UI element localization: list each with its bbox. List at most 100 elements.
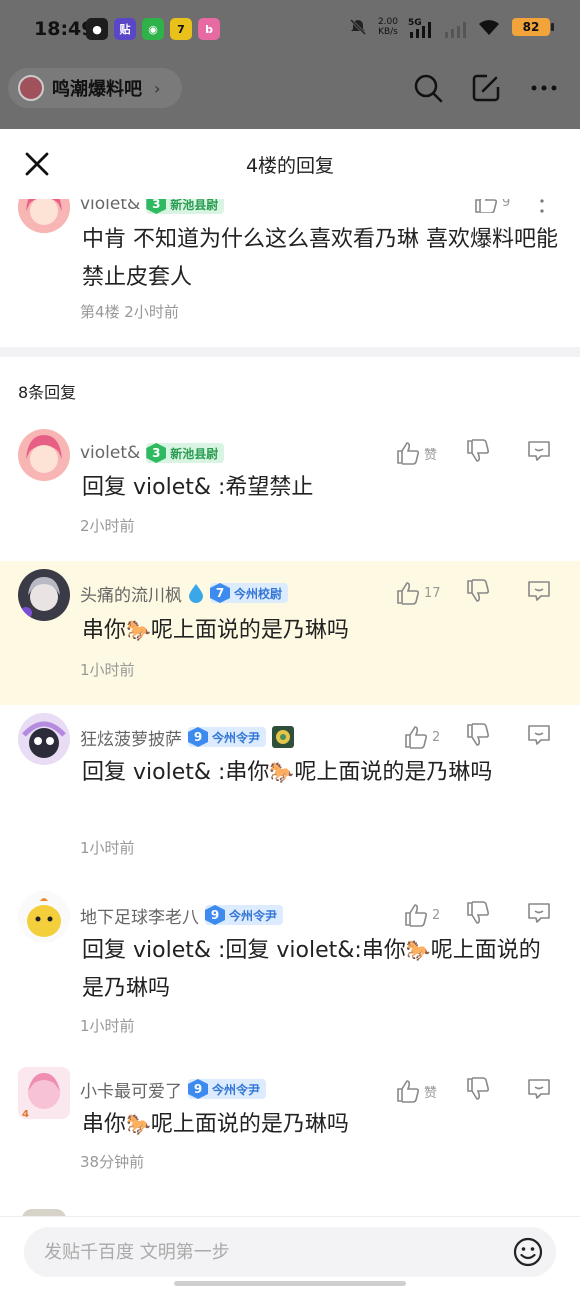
reply-actions: 2: [404, 723, 566, 751]
reply-item: 狂炫菠萝披萨 9 今州令尹 2 回复 violet& :串你🐎呢上面说的是乃琳吗 …: [0, 707, 580, 885]
reply-input-bar: [0, 1216, 580, 1289]
emoji-icon[interactable]: [512, 1236, 544, 1268]
level-badge: 3 新池县尉: [146, 443, 225, 463]
reply-user: 小卡最可爱了 9 今州令尹: [80, 1077, 267, 1102]
avatar[interactable]: [18, 569, 70, 621]
reply-time: 1小时前: [80, 1017, 135, 1035]
main-post-meta: 第4楼 2小时前: [80, 303, 179, 321]
forum-bar: 鸣潮爆料吧 ›: [0, 62, 580, 118]
reply-time: 2小时前: [80, 517, 135, 535]
tieba-icon: 贴: [114, 18, 136, 40]
like-button[interactable]: 2: [404, 903, 466, 927]
username[interactable]: 地下足球李老八: [80, 903, 199, 928]
username[interactable]: 头痛的流川枫: [80, 581, 182, 606]
like-button[interactable]: 赞: [396, 441, 466, 465]
thumbs-up-icon: [405, 904, 428, 927]
bilibili-icon: b: [198, 18, 220, 40]
comment-button[interactable]: [526, 901, 566, 929]
wifi-icon: [479, 20, 499, 35]
chevron-right-icon: ›: [154, 78, 161, 98]
signal-secondary-icon: [445, 22, 466, 38]
reply-count: 8条回复: [18, 383, 77, 402]
dislike-button[interactable]: [466, 901, 526, 929]
section-divider: [0, 347, 580, 357]
reply-input[interactable]: [44, 1227, 494, 1277]
forum-avatar: [18, 75, 44, 101]
avatar[interactable]: [18, 891, 70, 943]
reply-content: 回复 violet& :希望禁止: [82, 475, 314, 500]
medal-icon: [272, 726, 295, 748]
comment-button[interactable]: [526, 723, 566, 751]
search-icon[interactable]: [412, 72, 444, 104]
reply-user: violet& 3 新池县尉: [80, 441, 225, 465]
thumbs-up-icon: [397, 1080, 420, 1103]
thumbs-up-icon: [397, 442, 420, 465]
like-button[interactable]: 赞: [396, 1079, 466, 1103]
username[interactable]: violet&: [80, 443, 140, 463]
home-indicator[interactable]: [174, 1281, 406, 1286]
wechat-icon: ◉: [142, 18, 164, 40]
more-icon[interactable]: [528, 72, 560, 104]
level-badge: 9 今州令尹: [188, 727, 267, 747]
status-bar: 18:49 ● 贴 ◉ 7 b 2.00 KB/s 5G 82: [0, 0, 580, 60]
reply-item: violet& 3 新池县尉 赞 回复 violet& :希望禁止 2小时前: [0, 417, 580, 557]
comment-button[interactable]: [526, 579, 566, 607]
like-button[interactable]: 17: [396, 581, 466, 605]
main-post-content: 中肯 不知道为什么这么喜欢看乃琳 喜欢爆料吧能禁止皮套人: [82, 227, 558, 290]
notification-icons: ● 贴 ◉ 7 b: [86, 18, 220, 40]
battery-indicator: 82: [512, 18, 554, 36]
mute-icon: [349, 18, 367, 36]
comment-icon: [528, 581, 550, 601]
thumbs-down-icon: [467, 1077, 490, 1100]
forum-bar-actions: [412, 72, 560, 104]
reply-time: 1小时前: [80, 661, 135, 679]
comment-button[interactable]: [526, 439, 566, 467]
water-drop-icon: [189, 584, 203, 603]
username[interactable]: 小卡最可爱了: [80, 1077, 182, 1102]
reply-content: 串你🐎呢上面说的是乃琳吗: [82, 1105, 560, 1144]
more-vertical-icon[interactable]: [538, 197, 546, 217]
reply-item-highlighted: 头痛的流川枫 7 今州校尉 17 串你🐎呢上面说的是乃琳吗 1小时前: [0, 561, 580, 705]
avatar[interactable]: 4: [18, 1067, 70, 1119]
reply-item: 地下足球李老八 9 今州令尹 2 回复 violet& :回复 violet&:串…: [0, 885, 580, 1063]
reply-user: 狂炫菠萝披萨 9 今州令尹: [80, 725, 295, 750]
app-seven-icon: 7: [170, 18, 192, 40]
reply-actions: 赞: [396, 439, 566, 467]
username[interactable]: 狂炫菠萝披萨: [80, 725, 182, 750]
level-badge: 9 今州令尹: [188, 1079, 267, 1099]
reply-sheet: 4楼的回复 violet& 3 新池县尉 9 中肯 不知道为什么这么喜欢看乃琳 喜…: [0, 129, 580, 1289]
reply-content: 串你🐎呢上面说的是乃琳吗: [82, 611, 560, 650]
reply-actions: 赞: [396, 1077, 566, 1105]
thumbs-down-icon: [467, 901, 490, 924]
dislike-button[interactable]: [466, 439, 526, 467]
qq-icon: ●: [86, 18, 108, 40]
forum-name: 鸣潮爆料吧: [52, 79, 142, 100]
reply-item: 4 小卡最可爱了 9 今州令尹 赞 串你🐎呢上面说的是乃琳吗 38分钟前: [0, 1063, 580, 1203]
avatar[interactable]: [18, 429, 70, 481]
thumbs-up-icon: [397, 582, 420, 605]
reply-time: 38分钟前: [80, 1153, 145, 1171]
thumbs-down-icon: [467, 439, 490, 462]
sheet-title: 4楼的回复: [245, 155, 335, 177]
horse-emoji-icon: 🐎: [126, 1112, 151, 1136]
avatar[interactable]: [18, 713, 70, 765]
comment-button[interactable]: [526, 1077, 566, 1105]
network-speed: 2.00 KB/s: [377, 17, 398, 37]
horse-emoji-icon: 🐎: [269, 760, 295, 784]
edit-post-icon[interactable]: [470, 72, 502, 104]
reply-actions: 2: [404, 901, 566, 929]
horse-emoji-icon: 🐎: [126, 618, 151, 642]
reply-content: 回复 violet& :回复 violet&:串你🐎呢上面说的是乃琳吗: [82, 931, 560, 1008]
reply-user: 地下足球李老八 9 今州令尹: [80, 903, 284, 928]
dislike-button[interactable]: [466, 1077, 526, 1105]
sheet-header: 4楼的回复: [0, 129, 580, 199]
dislike-button[interactable]: [466, 723, 526, 751]
forum-entry-button[interactable]: 鸣潮爆料吧 ›: [8, 68, 183, 108]
dislike-button[interactable]: [466, 579, 526, 607]
like-button[interactable]: 2: [404, 725, 466, 749]
comment-icon: [528, 441, 550, 461]
reply-user: 头痛的流川枫 7 今州校尉: [80, 581, 289, 606]
thumbs-up-icon: [405, 726, 428, 749]
main-post: violet& 3 新池县尉 9 中肯 不知道为什么这么喜欢看乃琳 喜欢爆料吧能禁…: [0, 181, 580, 347]
status-right: 2.00 KB/s 5G 82: [348, 16, 554, 38]
